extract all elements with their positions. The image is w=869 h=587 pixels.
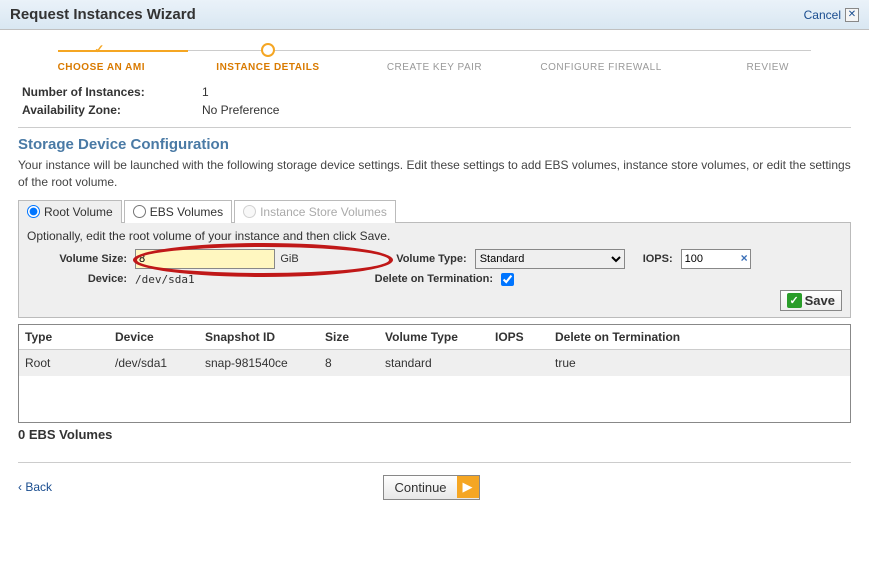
step-create-key-pair: CREATE KEY PAIR	[351, 40, 518, 73]
tab-ebs-volumes[interactable]: EBS Volumes	[124, 200, 232, 223]
divider	[18, 127, 851, 128]
availability-zone-label: Availability Zone:	[22, 103, 202, 117]
cell-snapshot: snap-981540ce	[199, 350, 319, 376]
volume-size-unit: GiB	[280, 253, 298, 265]
th-voltype: Volume Type	[379, 325, 489, 350]
volumes-table: Type Device Snapshot ID Size Volume Type…	[18, 324, 851, 423]
step-indicator: CHOOSE AN AMI INSTANCE DETAILS CREATE KE…	[18, 40, 851, 73]
storage-tabs: Root Volume EBS Volumes Instance Store V…	[18, 199, 851, 223]
iops-clear-icon[interactable]: ×	[741, 251, 748, 265]
footer-divider	[18, 462, 851, 463]
num-instances-label: Number of Instances:	[22, 85, 202, 99]
delete-on-termination-label: Delete on Termination:	[303, 273, 493, 285]
volume-size-input[interactable]	[135, 249, 275, 269]
device-value: /dev/sda1	[135, 273, 295, 286]
volume-type-select[interactable]: Standard	[475, 249, 625, 269]
check-icon: ✓	[787, 293, 802, 308]
table-row[interactable]: Root /dev/sda1 snap-981540ce 8 standard …	[19, 350, 850, 376]
cell-iops	[489, 350, 549, 376]
th-device: Device	[109, 325, 199, 350]
cell-dot: true	[549, 350, 850, 376]
delete-on-termination-checkbox[interactable]	[501, 273, 514, 286]
num-instances-value: 1	[202, 85, 209, 99]
back-link[interactable]: ‹ Back	[18, 480, 52, 494]
wizard-title: Request Instances Wizard	[10, 6, 196, 23]
tab-root-radio[interactable]	[27, 205, 40, 218]
check-icon	[97, 46, 105, 54]
continue-button[interactable]: Continue ▶	[383, 475, 479, 500]
cell-device: /dev/sda1	[109, 350, 199, 376]
step-configure-firewall: CONFIGURE FIREWALL	[518, 40, 685, 73]
th-iops: IOPS	[489, 325, 549, 350]
volume-size-label: Volume Size:	[27, 253, 127, 265]
tab-root-volume[interactable]: Root Volume	[18, 200, 122, 223]
iops-label: IOPS:	[643, 253, 673, 265]
root-volume-panel: Optionally, edit the root volume of your…	[18, 223, 851, 318]
th-size: Size	[319, 325, 379, 350]
cell-size: 8	[319, 350, 379, 376]
step-review: REVIEW	[684, 40, 851, 73]
close-icon[interactable]: ✕	[845, 8, 859, 22]
arrow-right-icon: ▶	[457, 476, 479, 498]
th-dot: Delete on Termination	[549, 325, 850, 350]
device-label: Device:	[27, 273, 127, 285]
step-choose-ami[interactable]: CHOOSE AN AMI	[18, 40, 185, 73]
section-desc: Your instance will be launched with the …	[18, 157, 851, 191]
instance-info: Number of Instances: 1 Availability Zone…	[22, 85, 847, 117]
cell-type: Root	[19, 350, 109, 376]
panel-hint: Optionally, edit the root volume of your…	[27, 229, 842, 243]
volume-type-label: Volume Type:	[347, 253, 467, 265]
section-title: Storage Device Configuration	[18, 136, 851, 153]
th-type: Type	[19, 325, 109, 350]
tab-ebs-radio[interactable]	[133, 205, 146, 218]
step-instance-details[interactable]: INSTANCE DETAILS	[185, 40, 352, 73]
tab-instance-store: Instance Store Volumes	[234, 200, 396, 223]
active-dot-icon	[261, 43, 275, 57]
table-scroll-area[interactable]: Root /dev/sda1 snap-981540ce 8 standard …	[19, 350, 850, 422]
cancel-group: Cancel ✕	[804, 8, 859, 22]
volume-size-wrap: GiB	[135, 249, 299, 269]
ebs-volumes-count: 0 EBS Volumes	[18, 427, 851, 442]
save-button[interactable]: ✓ Save	[780, 290, 842, 311]
cancel-link[interactable]: Cancel	[804, 8, 841, 22]
tab-instance-store-radio	[243, 205, 256, 218]
wizard-header: Request Instances Wizard Cancel ✕	[0, 0, 869, 30]
table-header-row: Type Device Snapshot ID Size Volume Type…	[19, 325, 850, 350]
th-snapshot: Snapshot ID	[199, 325, 319, 350]
cell-voltype: standard	[379, 350, 489, 376]
footer: ‹ Back Continue ▶	[18, 475, 851, 500]
availability-zone-value: No Preference	[202, 103, 279, 117]
